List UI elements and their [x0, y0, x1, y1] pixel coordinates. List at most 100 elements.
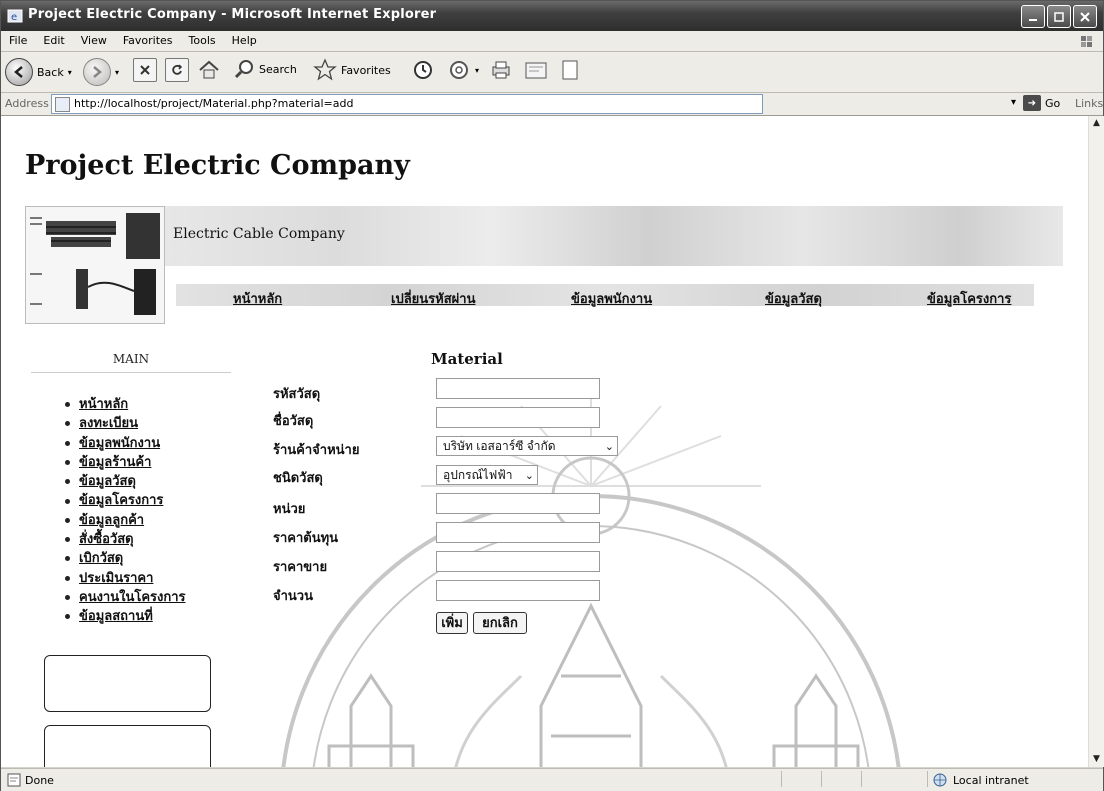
links-button[interactable]: Links [1075, 97, 1103, 110]
cost-price-input[interactable] [436, 522, 600, 543]
menu-bar: File Edit View Favorites Tools Help [1, 31, 1103, 52]
sidebar-item: ข้อมูลโครงการ [65, 490, 186, 509]
menu-favorites[interactable]: Favorites [115, 31, 181, 47]
cable-product-image [25, 206, 165, 324]
scroll-up-icon[interactable]: ▲ [1089, 116, 1104, 131]
discuss-button[interactable] [559, 58, 581, 82]
bullet-icon [65, 498, 70, 504]
ie-icon: e [7, 9, 23, 23]
print-icon [492, 61, 510, 79]
label-material-name: ชื่อวัสดุ [273, 413, 314, 428]
back-label: Back [37, 65, 64, 79]
bullet-icon [65, 575, 70, 581]
label-cost-price: ราคาต้นทุน [273, 530, 339, 545]
sidebar-item-withdraw[interactable]: เบิกวัสดุ [79, 550, 123, 565]
address-dropdown-icon[interactable]: ▾ [1011, 97, 1016, 108]
page-content: Project Electric Company Electric Cable … [1, 116, 1088, 767]
maximize-button[interactable] [1047, 5, 1071, 28]
back-button[interactable]: Back ▾ [5, 58, 72, 86]
mail-icon [450, 61, 468, 79]
mail-button[interactable]: ▾ [447, 58, 479, 82]
search-button[interactable]: Search [233, 58, 297, 80]
menu-help[interactable]: Help [224, 31, 265, 47]
stop-icon [133, 58, 157, 82]
add-button[interactable]: เพิ่ม [436, 612, 468, 634]
bullet-icon [65, 537, 70, 543]
favorites-label: Favorites [341, 63, 391, 77]
material-name-input[interactable] [436, 407, 600, 428]
sidebar-item: ข้อมูลสถานที่ [65, 606, 186, 625]
sidebar-item: สั่งซื้อวัสดุ [65, 529, 186, 548]
sidebar-item-customer[interactable]: ข้อมูลลูกค้า [79, 512, 144, 527]
sidebar-item-employee[interactable]: ข้อมูลพนักงาน [79, 435, 160, 450]
nav-employee-link[interactable]: ข้อมูลพนักงาน [571, 288, 652, 309]
status-divider [821, 771, 822, 787]
label-sale-price: ราคาขาย [273, 559, 328, 574]
address-input[interactable]: http://localhost/project/Material.php?ma… [51, 94, 763, 114]
close-button[interactable] [1073, 5, 1097, 28]
title-bar: e Project Electric Company - Microsoft I… [1, 1, 1103, 31]
forward-button[interactable]: ▾ [83, 58, 119, 86]
back-dropdown-icon: ▾ [67, 67, 72, 77]
sidebar-item-material[interactable]: ข้อมูลวัสดุ [79, 473, 136, 488]
nav-project-link[interactable]: ข้อมูลโครงการ [927, 288, 1011, 309]
back-arrow-icon [5, 58, 33, 86]
bullet-icon [65, 479, 70, 485]
unit-input[interactable] [436, 493, 600, 514]
scroll-down-icon[interactable]: ▼ [1089, 752, 1104, 767]
nav-material-link[interactable]: ข้อมูลวัสดุ [765, 288, 822, 309]
page-title: Project Electric Company [25, 150, 410, 181]
toolbar: Back ▾ ▾ Search Favorites ▾ [1, 52, 1103, 93]
edit-page-icon [525, 62, 547, 79]
sidebar-box-1 [44, 655, 211, 712]
form-title: Material [431, 350, 503, 368]
print-button[interactable] [489, 58, 513, 82]
sidebar-item-purchase[interactable]: สั่งซื้อวัสดุ [79, 531, 134, 546]
nav-home-link[interactable]: หน้าหลัก [233, 288, 282, 309]
menu-file[interactable]: File [1, 31, 35, 47]
sidebar-item-home[interactable]: หน้าหลัก [79, 396, 128, 411]
minimize-icon [1029, 18, 1037, 21]
sidebar-item-store[interactable]: ข้อมูลร้านค้า [79, 454, 151, 469]
menu-tools[interactable]: Tools [181, 31, 224, 47]
refresh-button[interactable] [165, 58, 189, 82]
sale-price-input[interactable] [436, 551, 600, 572]
vertical-scrollbar[interactable]: ▲ ▼ [1088, 116, 1104, 767]
go-button[interactable]: ➜ Go [1023, 95, 1060, 111]
menu-edit[interactable]: Edit [35, 31, 72, 47]
zone-text: Local intranet [953, 773, 1029, 787]
sidebar-item-workers[interactable]: คนงานในโครงการ [79, 589, 186, 604]
sidebar-item-register[interactable]: ลงทะเบียน [79, 415, 138, 430]
supplier-select[interactable]: บริษัท เอสอาร์ซี จำกัด ⌄ [436, 436, 618, 456]
quantity-input[interactable] [436, 580, 600, 601]
sidebar-item-location[interactable]: ข้อมูลสถานที่ [79, 608, 153, 623]
nav-change-password-link[interactable]: เปลี่ยนรหัสผ่าน [391, 288, 475, 309]
sidebar-item: หน้าหลัก [65, 394, 186, 413]
chevron-down-icon: ⌄ [524, 470, 534, 482]
sidebar-item: เบิกวัสดุ [65, 548, 186, 567]
stop-button[interactable] [133, 58, 157, 82]
address-label: Address [5, 97, 49, 110]
history-button[interactable] [411, 58, 435, 82]
sidebar-item: ลงทะเบียน [65, 413, 186, 432]
edit-button[interactable] [523, 58, 549, 82]
status-divider [927, 771, 928, 787]
menu-view[interactable]: View [73, 31, 115, 47]
search-icon [234, 60, 253, 79]
sidebar-item-project[interactable]: ข้อมูลโครงการ [79, 492, 163, 507]
sidebar-item: คนงานในโครงการ [65, 587, 186, 606]
sidebar-item-estimate[interactable]: ประเมินราคา [79, 570, 153, 585]
status-text: Done [25, 773, 54, 787]
status-bar: Done Local intranet [1, 768, 1103, 791]
window-title: Project Electric Company - Microsoft Int… [28, 7, 437, 22]
material-code-input[interactable] [436, 378, 600, 399]
cancel-button[interactable]: ยกเลิก [473, 612, 527, 634]
minimize-button[interactable] [1021, 5, 1045, 28]
material-type-select[interactable]: อุปกรณ์ไฟฟ้า ⌄ [436, 465, 538, 485]
sidebar-box-2 [44, 725, 211, 767]
label-supplier: ร้านค้าจำหน่าย [273, 442, 360, 457]
home-button[interactable] [197, 58, 221, 82]
page-done-icon [7, 773, 21, 787]
banner-text: Electric Cable Company [173, 226, 345, 242]
favorites-button[interactable]: Favorites [313, 58, 391, 82]
